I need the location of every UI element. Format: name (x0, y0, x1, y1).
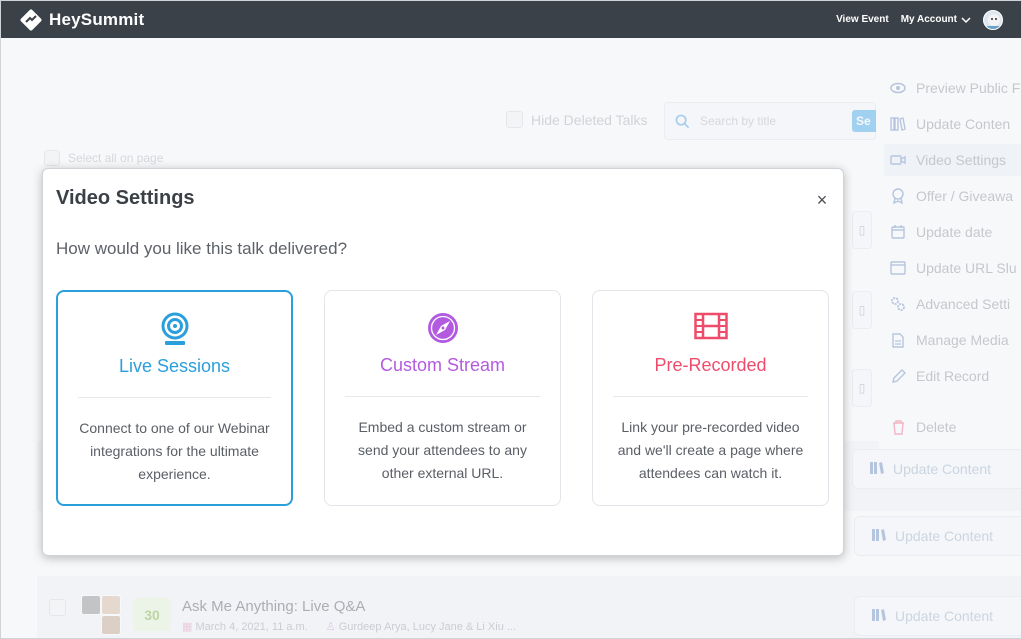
update-content-label: Update Content (895, 528, 994, 544)
menu-item-label: Update Conten (916, 116, 1011, 132)
talk-actions-menu: Preview Public F Update Conten Video Set… (879, 71, 1021, 449)
speaker-avatar (101, 615, 121, 635)
card-divider (345, 396, 540, 397)
app-window: HeySummit View Event My Account Hide Del… (0, 0, 1022, 639)
menu-item-label: Delete (916, 419, 957, 435)
chevron-down-icon (961, 16, 971, 23)
modal-subtitle: How would you like this talk delivered? (56, 239, 348, 258)
option-title: Pre-Recorded (654, 355, 767, 375)
film-icon (693, 312, 728, 340)
calendar-icon (890, 224, 906, 240)
update-content-button[interactable]: Update Content (854, 596, 1021, 636)
select-all-checkbox[interactable] (44, 150, 60, 166)
window-icon (890, 260, 906, 276)
avatar-face-icon (987, 13, 1001, 29)
row-action-button[interactable]: ▯ (852, 369, 872, 407)
view-event-link[interactable]: View Event (836, 14, 889, 25)
option-description: Link your pre-recorded video and we'll c… (617, 419, 804, 481)
video-settings-modal: Video Settings × How would you like this… (42, 168, 844, 556)
top-bar: HeySummit View Event My Account (1, 1, 1021, 38)
menu-item-edit-record[interactable]: Edit Record (884, 360, 1021, 392)
talk-speakers: ♙ Gurdeep Arya, Lucy Jane & Li Xiu ... (326, 620, 516, 633)
speaker-icon: ♙ (325, 621, 336, 633)
hide-deleted-toggle[interactable]: Hide Deleted Talks (506, 111, 647, 128)
app-name: HeySummit (49, 10, 145, 29)
select-all-label: Select all on page (68, 151, 164, 165)
video-camera-icon (890, 152, 906, 168)
close-icon[interactable]: × (813, 191, 831, 209)
my-account-menu[interactable]: My Account (901, 14, 971, 25)
search-placeholder: Search by title (700, 114, 777, 128)
badge-icon (890, 188, 906, 204)
select-all-control[interactable]: Select all on page (44, 150, 163, 166)
row-action-button[interactable]: ▯ (852, 211, 872, 249)
file-icon (890, 332, 906, 348)
books-icon (869, 460, 885, 479)
menu-item-delete[interactable]: Delete (884, 411, 1021, 443)
menu-item-update-date[interactable]: Update date (884, 216, 1021, 248)
option-card-live-sessions[interactable]: Live Sessions Connect to one of our Webi… (56, 290, 293, 506)
user-avatar[interactable] (983, 9, 1003, 30)
hide-deleted-checkbox[interactable] (506, 111, 523, 128)
menu-item-label: Preview Public F (916, 80, 1021, 96)
option-description: Embed a custom stream or send your atten… (358, 419, 527, 481)
my-account-label: My Account (900, 14, 957, 25)
search-icon (675, 114, 690, 128)
menu-item-advanced-settings[interactable]: Advanced Setti (884, 288, 1021, 320)
option-title: Live Sessions (118, 356, 231, 376)
talk-speakers-text: Gurdeep Arya, Lucy Jane & Li Xiu ... (338, 621, 517, 633)
menu-item-manage-media[interactable]: Manage Media (884, 324, 1021, 356)
search-button[interactable]: Se (852, 110, 876, 132)
menu-item-label: Edit Record (916, 368, 990, 384)
books-icon (871, 607, 887, 626)
update-content-button[interactable]: Update Content (852, 449, 1021, 489)
menu-item-offer-giveaway[interactable]: Offer / Giveawa (884, 180, 1021, 212)
search-input[interactable]: Search by title (664, 102, 876, 140)
talk-row-checkbox[interactable] (49, 599, 66, 616)
webcam-icon (161, 312, 188, 345)
menu-item-label: Update date (916, 224, 993, 240)
hide-deleted-label: Hide Deleted Talks (531, 111, 648, 128)
menu-item-update-url-slug[interactable]: Update URL Slu (884, 252, 1021, 284)
option-title: Custom Stream (379, 355, 506, 375)
option-description: Connect to one of our Webinar integratio… (79, 420, 270, 482)
card-divider (78, 397, 271, 398)
speaker-avatar (101, 595, 121, 615)
books-icon (871, 527, 887, 546)
speaker-avatars (81, 595, 123, 635)
menu-item-label: Video Settings (916, 152, 1007, 168)
option-card-pre-recorded[interactable]: Pre-Recorded Link your pre-recorded vide… (592, 290, 829, 506)
menu-item-video-settings[interactable]: Video Settings (884, 144, 1021, 176)
update-content-label: Update Content (893, 461, 992, 477)
menu-item-label: Update URL Slu (916, 260, 1017, 276)
menu-item-label: Advanced Setti (916, 296, 1011, 312)
menu-item-label: Offer / Giveawa (916, 188, 1014, 204)
logo[interactable]: HeySummit (19, 8, 144, 32)
modal-title: Video Settings (56, 187, 195, 209)
gears-icon (890, 296, 906, 312)
compass-icon (427, 313, 458, 343)
talk-date-text: March 4, 2021, 11 a.m. (195, 621, 308, 633)
row-action-button[interactable]: ▯ (852, 291, 872, 329)
talk-meta: ▦ March 4, 2021, 11 a.m. ♙ Gurdeep Arya,… (182, 620, 516, 633)
option-card-custom-stream[interactable]: Custom Stream Embed a custom stream or s… (324, 290, 561, 506)
heysummit-logo-icon (20, 9, 42, 31)
menu-item-preview-public[interactable]: Preview Public F (884, 72, 1021, 104)
books-icon (890, 116, 906, 132)
update-content-button[interactable]: Update Content (854, 516, 1021, 556)
trash-icon (890, 419, 906, 435)
talk-date: ▦ March 4, 2021, 11 a.m. (182, 620, 308, 633)
attendee-count-badge: 30 (134, 598, 170, 631)
update-content-label: Update Content (895, 608, 994, 624)
speaker-avatar (81, 595, 101, 615)
talk-title[interactable]: Ask Me Anything: Live Q&A (182, 598, 365, 615)
eye-icon (890, 80, 906, 96)
calendar-icon: ▦ (182, 621, 193, 633)
card-divider (613, 396, 808, 397)
menu-item-update-content[interactable]: Update Conten (884, 108, 1021, 140)
pencil-icon (890, 368, 906, 384)
menu-item-label: Manage Media (916, 332, 1009, 348)
